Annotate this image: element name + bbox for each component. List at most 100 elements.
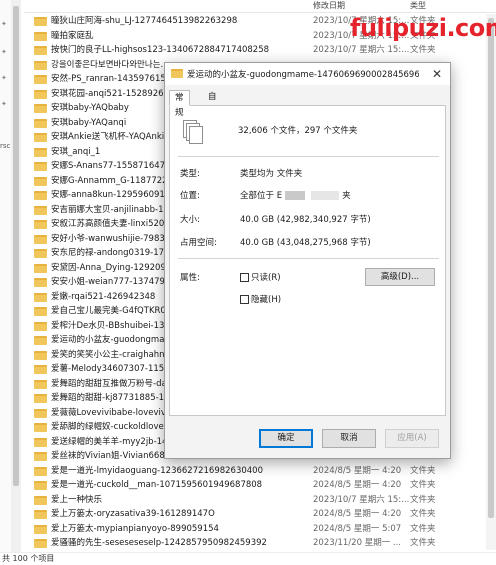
- file-list-scrollbar[interactable]: [486, 14, 496, 550]
- column-date[interactable]: 修改日期: [313, 0, 345, 11]
- hidden-checkbox[interactable]: 隐藏(H): [240, 293, 281, 305]
- folder-icon: [34, 452, 47, 461]
- dialog-titlebar[interactable]: 爱运动的小盆友-guodongmame-1476069690002845696,…: [165, 63, 450, 85]
- size-value: 40.0 GB (42,982,340,927 字节): [240, 215, 371, 225]
- location-suffix: 夹: [342, 191, 351, 201]
- column-type[interactable]: 类型: [410, 0, 426, 11]
- file-type: 文件夹: [410, 494, 436, 505]
- folder-icon: [34, 75, 47, 84]
- status-bar: 共 100 个项目: [0, 552, 496, 565]
- disk-size-value: 40.0 GB (43,048,275,968 字节): [240, 238, 371, 248]
- folder-icon: [34, 394, 47, 403]
- multiple-files-icon: [183, 120, 203, 144]
- disk-size-label: 占用空间:: [180, 238, 217, 248]
- list-item[interactable]: 爱上一种快乐 2023/10/7 星期六 15:... 文件夹: [24, 493, 496, 508]
- file-name[interactable]: 爱是一道光-cuckold__man-1071595601949687808: [51, 479, 301, 491]
- file-list-scrollbar-thumb[interactable]: [488, 18, 494, 518]
- advanced-button[interactable]: 高级(D)...: [365, 268, 435, 286]
- folder-icon: [34, 46, 47, 55]
- size-label: 大小:: [180, 215, 200, 225]
- file-name[interactable]: 爱上万篓太-oryzasativa39-161289147O: [51, 508, 301, 520]
- folder-icon: [34, 510, 47, 519]
- file-name[interactable]: 瞳狄山庄阿海-shu_LJ-1277464513982263298: [51, 15, 301, 27]
- nav-scrollbar-thumb[interactable]: [13, 6, 19, 486]
- tab-general[interactable]: 常规: [169, 90, 190, 118]
- list-item[interactable]: 爱骚骚的先生-seseseseselp-1242857950982459392 2…: [24, 536, 496, 551]
- pin-icon[interactable]: ✦: [1, 74, 10, 83]
- item-count: 共 100 个项目: [2, 554, 55, 563]
- list-item[interactable]: 爱是一道光-cuckold__man-1071595601949687808 20…: [24, 478, 496, 493]
- folder-icon: [34, 162, 47, 171]
- folder-icon: [34, 133, 47, 142]
- folder-icon: [34, 176, 47, 186]
- folder-icon: [34, 423, 47, 432]
- folder-icon: [34, 234, 47, 244]
- list-item[interactable]: 爱上万篓太-oryzasativa39-161289147O 2024/8/5 星…: [24, 507, 496, 522]
- checkbox-box[interactable]: [240, 273, 249, 282]
- properties-dialog: 爱运动的小盆友-guodongmame-1476069690002845696,…: [164, 62, 451, 459]
- close-icon[interactable]: ✕: [428, 65, 446, 83]
- file-type: 文件夹: [410, 538, 436, 548]
- file-name[interactable]: 爱骚骚的先生-seseseseselp-1242857950982459392: [51, 537, 301, 549]
- pin-icon[interactable]: ✦: [1, 48, 10, 57]
- file-date: 2024/8/5 星期一 4:20: [313, 465, 402, 476]
- general-tab-panel: 32,606 个文件，297 个文件夹 类型: 类型均为 文件夹 位置: 全部位…: [169, 105, 446, 416]
- type-value: 类型均为 文件夹: [240, 169, 303, 179]
- location-label: 位置:: [180, 191, 200, 201]
- file-type: 文件夹: [410, 45, 436, 55]
- file-type: 文件夹: [410, 523, 436, 534]
- folder-icon: [34, 220, 47, 229]
- divider: [178, 156, 439, 157]
- folder-icon: [34, 104, 47, 113]
- tab-custom[interactable]: 自定义: [203, 90, 222, 132]
- folder-icon: [34, 263, 47, 273]
- folder-icon: [34, 249, 47, 258]
- file-type: 文件夹: [410, 480, 436, 490]
- folder-icon: [34, 495, 47, 505]
- pin-icon[interactable]: ✦: [1, 100, 10, 109]
- hidden-label[interactable]: 隐藏(H): [251, 295, 281, 305]
- file-name[interactable]: 按快门的良子LL-highsos123-1340672884717408258: [51, 44, 301, 56]
- folder-icon: [171, 69, 183, 78]
- file-date: 2023/10/7 星期六 15:...: [313, 45, 410, 55]
- file-date: 2024/8/5 星期一 5:07: [313, 523, 402, 534]
- file-name[interactable]: 爱上万篓太-mypianpianyoyo-899059154: [51, 523, 301, 535]
- file-name[interactable]: 爱是一道光-lmyidaoguang-1236627216982630400: [51, 465, 301, 477]
- folder-icon: [34, 365, 47, 374]
- file-name[interactable]: 爱上一种快乐: [51, 494, 301, 506]
- folder-icon: [34, 336, 47, 345]
- redacted-block: [285, 191, 306, 200]
- folder-icon: [34, 89, 47, 99]
- file-type: 文件夹: [410, 509, 436, 519]
- readonly-label[interactable]: 只读(R): [251, 273, 281, 283]
- folder-icon: [34, 321, 47, 331]
- file-date: 2023/10/7 星期六 15:...: [313, 494, 410, 505]
- dialog-title: 爱运动的小盆友-guodongmame-1476069690002845696,…: [187, 70, 419, 80]
- folder-icon: [34, 307, 47, 316]
- list-item[interactable]: 按快门的良子LL-highsos123-1340672884717408258 2…: [24, 43, 496, 58]
- location-value: 全部位于 E 夹: [240, 189, 351, 201]
- folder-icon: [34, 350, 47, 360]
- readonly-checkbox[interactable]: 只读(R): [240, 271, 281, 283]
- folder-icon: [34, 31, 47, 41]
- file-type: 文件夹: [410, 465, 436, 476]
- list-item[interactable]: 爱上万篓太-mypianpianyoyo-899059154 2024/8/5 星…: [24, 522, 496, 537]
- file-date: 2024/8/5 星期一 4:20: [313, 480, 402, 490]
- cancel-button[interactable]: 取消: [322, 429, 376, 448]
- list-item[interactable]: 爱是一道光-lmyidaoguang-1236627216982630400 20…: [24, 464, 496, 479]
- folder-icon: [34, 408, 47, 418]
- file-name[interactable]: 瞳拍家庭乱: [51, 30, 301, 42]
- ok-button[interactable]: 确定: [259, 429, 313, 448]
- checkbox-box[interactable]: [240, 295, 249, 304]
- pin-icon[interactable]: ✦: [1, 20, 10, 29]
- file-date: 2023/11/20 星期一 ...: [313, 538, 402, 548]
- nav-scrollbar[interactable]: [11, 0, 21, 552]
- watermark: fulipuzi.com: [350, 14, 496, 42]
- folder-icon: [34, 524, 47, 534]
- folder-icon: [34, 379, 47, 389]
- file-folder-count: 32,606 个文件，297 个文件夹: [238, 126, 358, 136]
- folder-icon: [34, 437, 47, 447]
- type-label: 类型:: [180, 169, 200, 179]
- nav-item-fragment[interactable]: rsc: [0, 142, 10, 150]
- apply-button[interactable]: 应用(A): [385, 429, 439, 448]
